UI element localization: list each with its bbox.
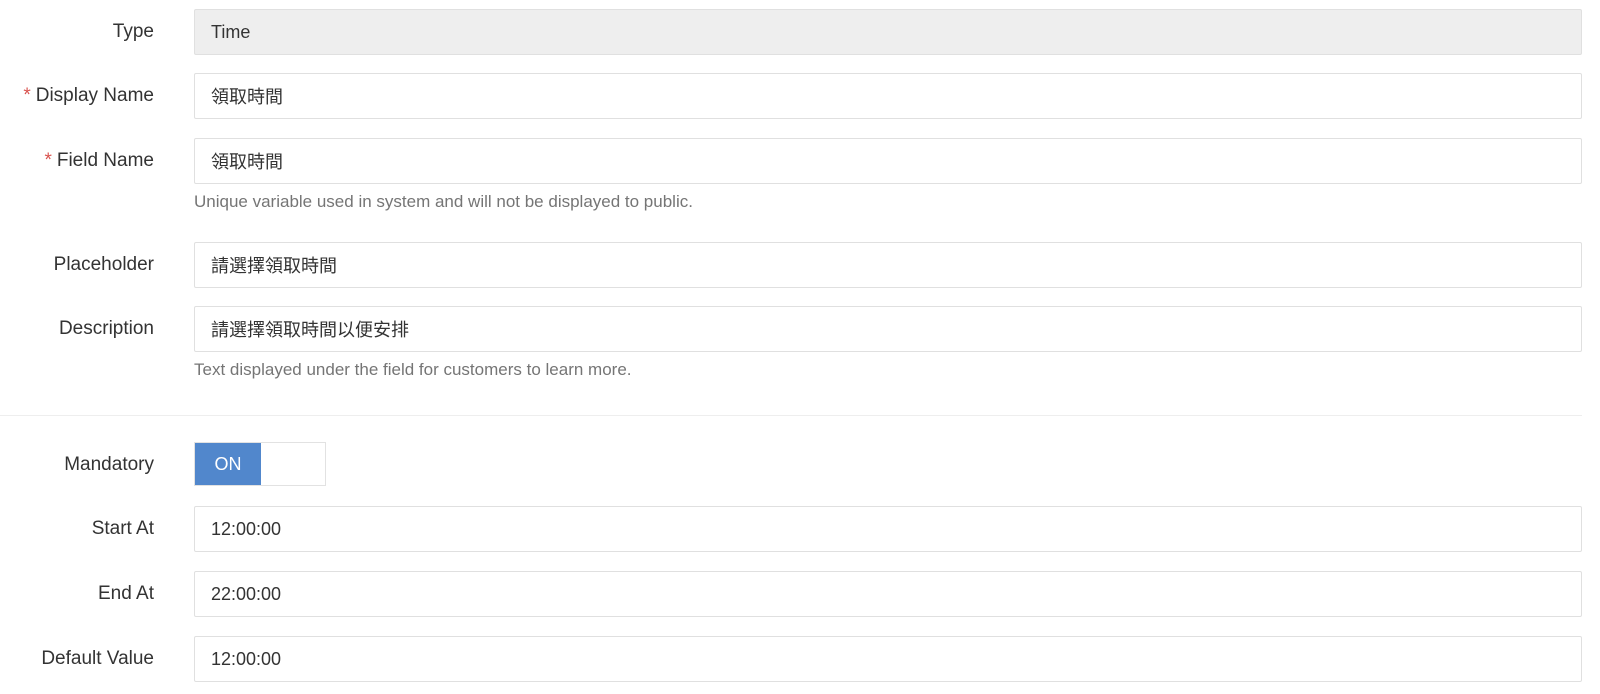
type-label: Type — [112, 21, 154, 42]
display-name-label: * Display Name — [23, 85, 154, 106]
field-name-label: * Field Name — [44, 150, 154, 171]
type-field — [194, 9, 1582, 55]
start-at-input[interactable] — [194, 506, 1582, 552]
field-name-input[interactable] — [194, 138, 1582, 184]
required-mark: * — [23, 85, 31, 106]
description-help: Text displayed under the field for custo… — [194, 360, 632, 379]
default-value-input[interactable] — [194, 636, 1582, 682]
end-at-label: End At — [98, 583, 154, 604]
description-label: Description — [58, 318, 154, 339]
mandatory-label: Mandatory — [64, 454, 154, 475]
description-input[interactable] — [194, 306, 1582, 352]
section-divider — [0, 415, 1582, 416]
end-at-input[interactable] — [194, 571, 1582, 617]
default-value-label: Default Value — [41, 648, 154, 669]
placeholder-label: Placeholder — [53, 254, 154, 275]
start-at-label: Start At — [91, 518, 154, 539]
display-name-input[interactable] — [194, 73, 1582, 119]
toggle-on-state: ON — [195, 443, 261, 485]
required-mark: * — [44, 150, 52, 171]
field-name-help: Unique variable used in system and will … — [194, 192, 693, 211]
mandatory-toggle[interactable]: ON — [194, 442, 326, 486]
placeholder-input[interactable] — [194, 242, 1582, 288]
